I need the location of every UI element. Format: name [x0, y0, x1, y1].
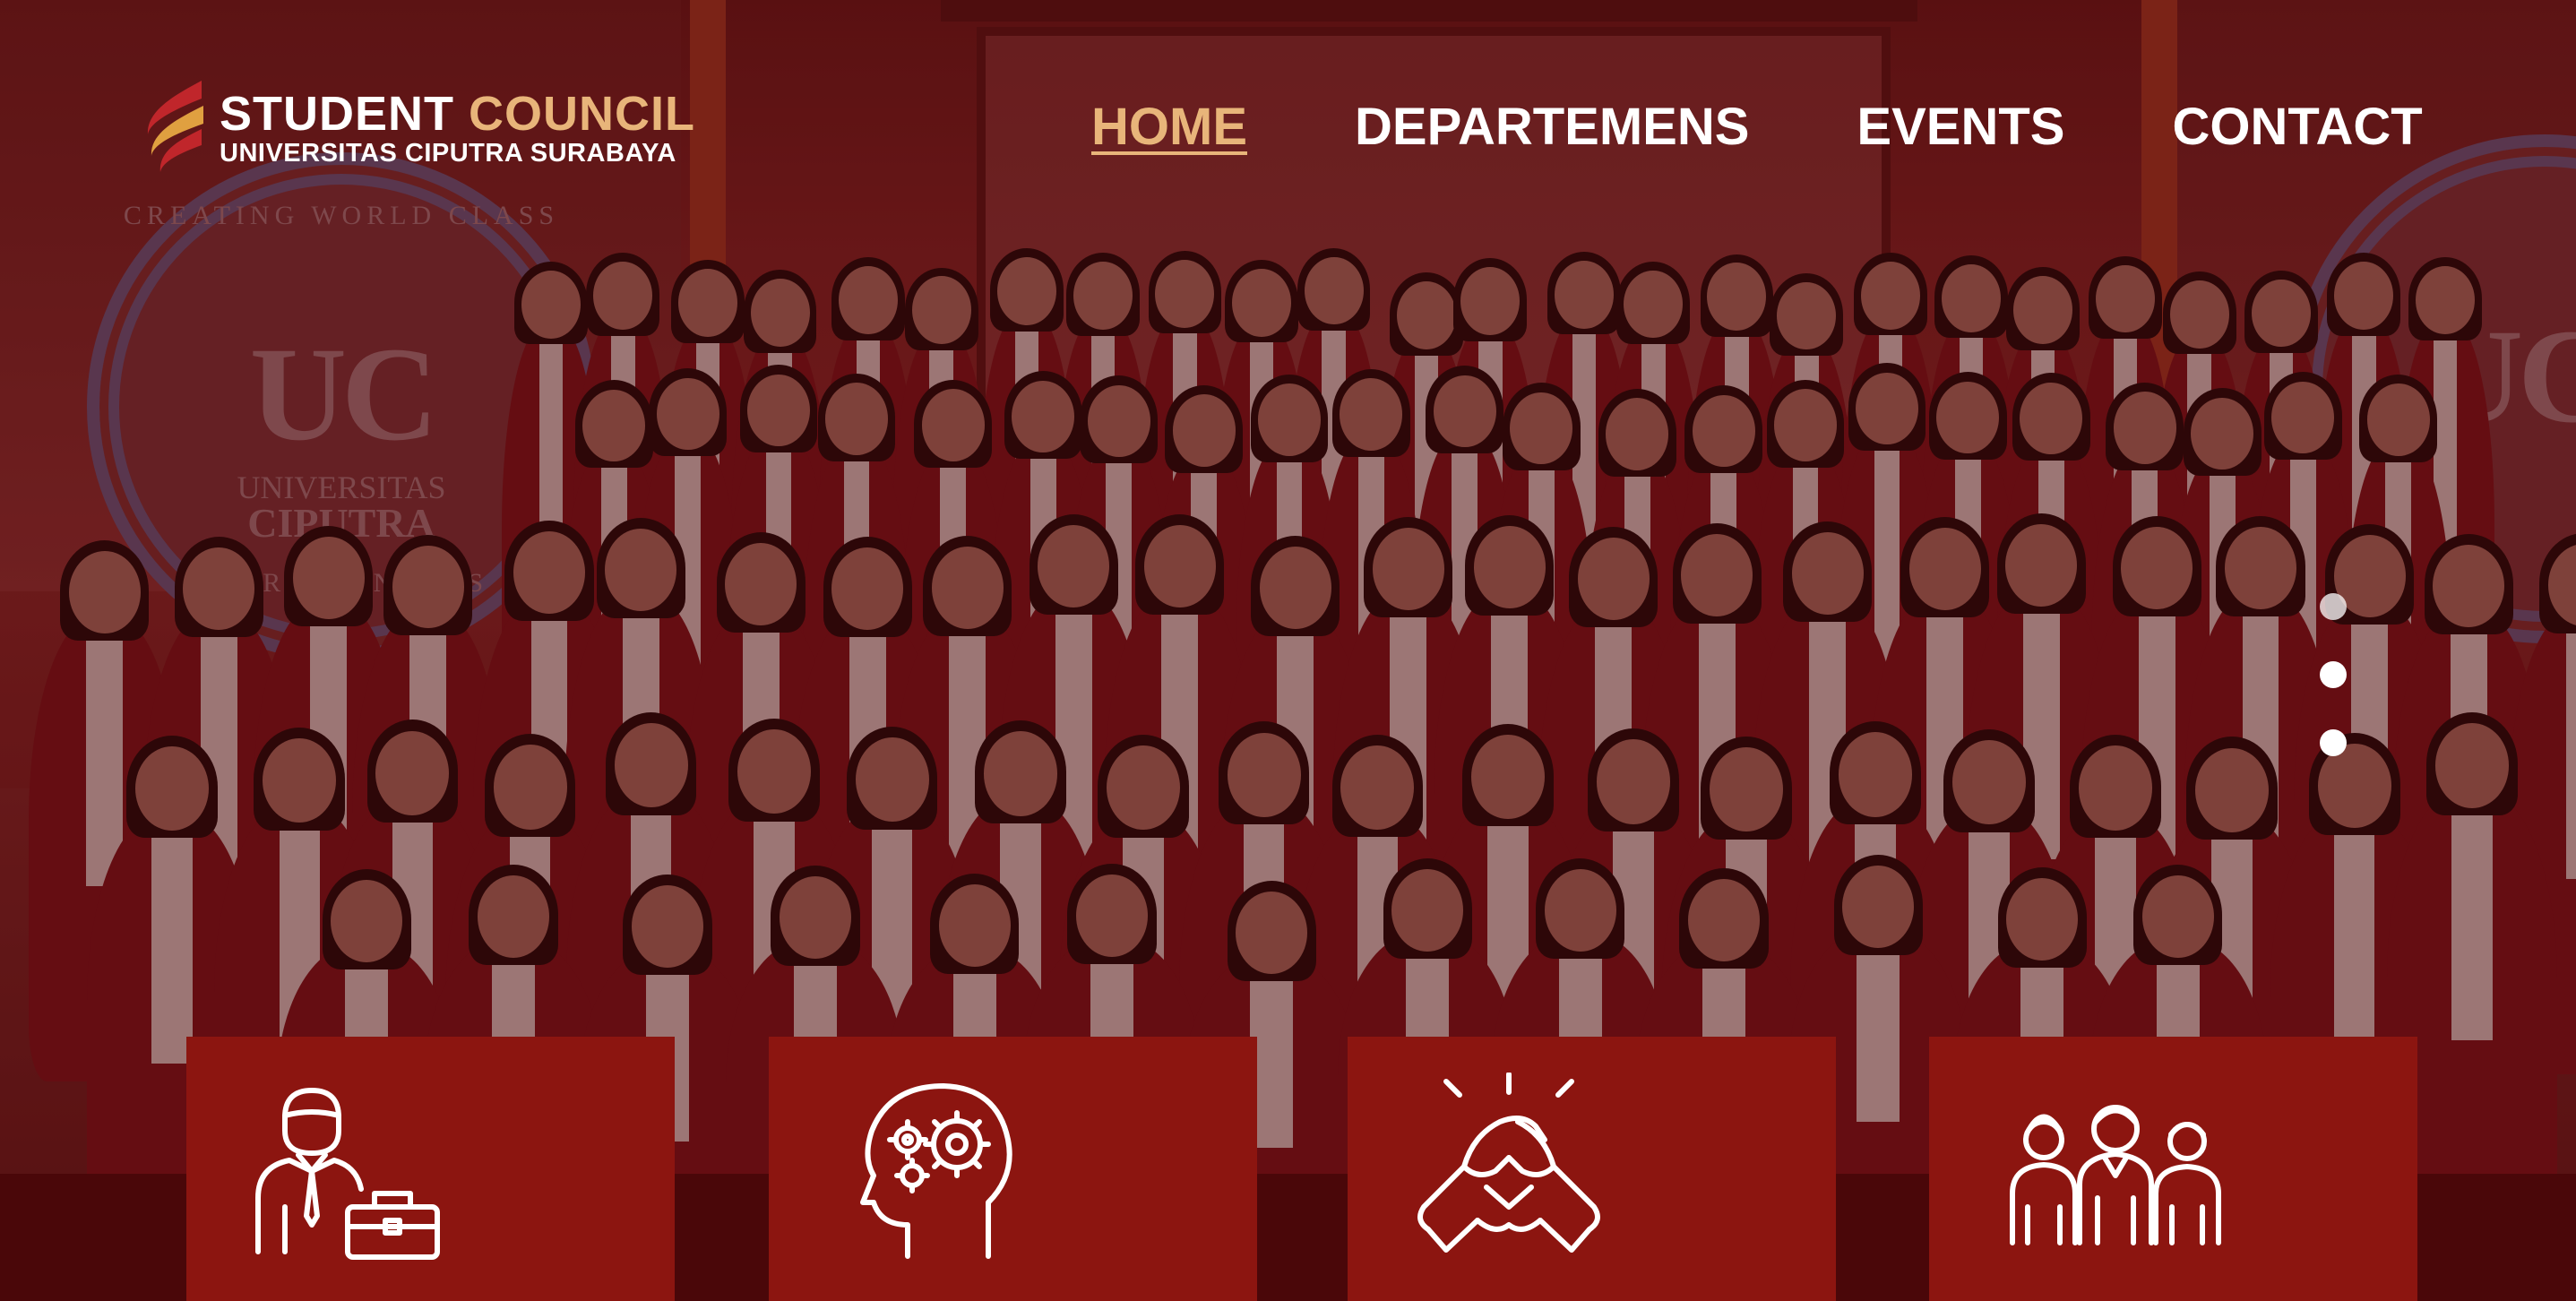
site-logo[interactable]: STUDENT COUNCIL UNIVERSITAS CIPUTRA SURA… — [139, 79, 695, 177]
feature-card-collaboration[interactable] — [1348, 1037, 1836, 1301]
slider-dots — [2320, 593, 2347, 797]
logo-text: STUDENT COUNCIL UNIVERSITAS CIPUTRA SURA… — [220, 89, 695, 168]
logo-title: STUDENT COUNCIL — [220, 89, 695, 139]
logo-subtitle: UNIVERSITAS CIPUTRA SURABAYA — [220, 139, 676, 168]
team-group-icon — [2010, 1105, 2221, 1245]
logo-title-main: STUDENT — [220, 87, 454, 141]
feature-card-ideas[interactable] — [769, 1037, 1257, 1301]
slider-dot[interactable] — [2320, 729, 2347, 756]
handshake-icon — [1417, 1073, 1600, 1253]
flame-logo-icon — [147, 81, 203, 172]
nav-home[interactable]: HOME — [1091, 96, 1247, 159]
nav-events[interactable]: EVENTS — [1857, 96, 2064, 159]
slider-dot[interactable] — [2320, 593, 2347, 620]
head-gears-icon — [860, 1083, 1012, 1259]
nav-departemens[interactable]: DEPARTEMENS — [1355, 96, 1749, 159]
feature-card-team[interactable] — [1929, 1037, 2417, 1301]
logo-title-accent: COUNCIL — [469, 87, 695, 141]
nav-contact[interactable]: CONTACT — [2172, 96, 2422, 159]
main-nav: HOME DEPARTEMENS EVENTS CONTACT — [1091, 96, 2423, 159]
feature-card-leadership[interactable] — [186, 1037, 675, 1301]
slider-dot-active[interactable] — [2320, 661, 2347, 688]
businessman-briefcase-icon — [255, 1088, 440, 1260]
